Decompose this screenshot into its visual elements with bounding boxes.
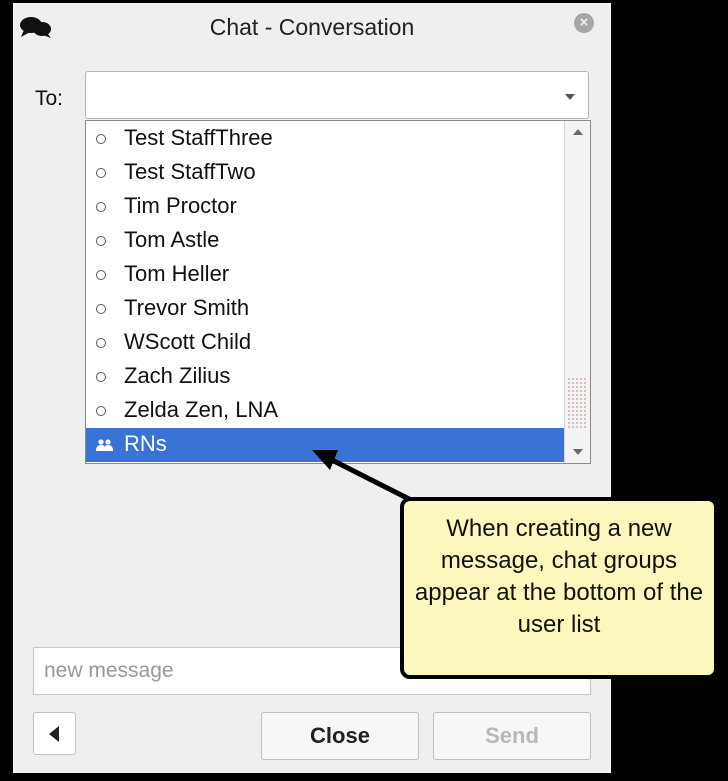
to-label: To: — [35, 87, 64, 110]
user-list-item[interactable]: WScott Child — [86, 326, 564, 360]
radio-icon[interactable] — [96, 270, 106, 280]
radio-icon[interactable] — [96, 338, 106, 348]
scroll-thumb[interactable] — [567, 377, 587, 429]
close-button[interactable]: Close — [261, 712, 419, 760]
list-item-label: Trevor Smith — [124, 295, 250, 320]
list-item-label: RNs — [124, 431, 167, 456]
user-list-item[interactable]: Test StaffTwo — [86, 156, 564, 190]
group-icon — [96, 439, 113, 451]
close-window-icon[interactable]: × — [574, 13, 594, 33]
list-item-label: Tim Proctor — [124, 193, 237, 218]
scroll-up-icon[interactable] — [573, 129, 583, 135]
user-list-item[interactable]: Tom Astle — [86, 224, 564, 258]
user-list-item[interactable]: Test StaffThree — [86, 122, 564, 156]
triangle-left-icon — [49, 726, 59, 742]
chevron-down-icon[interactable] — [565, 94, 575, 100]
dropdown-scrollbar[interactable] — [564, 121, 590, 463]
radio-icon[interactable] — [96, 168, 106, 178]
radio-icon[interactable] — [96, 372, 106, 382]
list-item-label: Zach Zilius — [124, 363, 231, 388]
back-button[interactable] — [33, 712, 76, 755]
title-bar: Chat - Conversation × — [13, 3, 611, 51]
user-list-item[interactable]: Zach Zilius — [86, 360, 564, 394]
callout-note: When creating a new message, chat groups… — [400, 497, 718, 679]
list-item-label: Test StaffThree — [124, 125, 273, 150]
window-title: Chat - Conversation — [209, 14, 415, 40]
radio-icon[interactable] — [96, 304, 106, 314]
list-item-label: Test StaffTwo — [124, 159, 256, 184]
user-list-item[interactable]: Tim Proctor — [86, 190, 564, 224]
user-list-item[interactable]: Zelda Zen, LNA — [86, 394, 564, 428]
radio-icon[interactable] — [96, 134, 106, 144]
user-dropdown-list[interactable]: Test StaffThree Test StaffTwo Tim Proctor T… — [85, 120, 591, 464]
list-item-label: WScott Child — [124, 329, 252, 354]
recipient-combobox[interactable] — [85, 71, 589, 119]
list-item-label: Tom Heller — [124, 261, 230, 286]
user-list-item[interactable]: Trevor Smith — [86, 292, 564, 326]
radio-icon[interactable] — [96, 236, 106, 246]
radio-icon[interactable] — [96, 406, 106, 416]
user-list-item[interactable]: Tom Heller — [86, 258, 564, 292]
radio-icon[interactable] — [96, 202, 106, 212]
list-item-label: Tom Astle — [124, 227, 220, 252]
scroll-down-icon[interactable] — [573, 449, 583, 455]
send-button[interactable]: Send — [433, 712, 591, 760]
list-item-label: Zelda Zen, LNA — [124, 397, 279, 422]
